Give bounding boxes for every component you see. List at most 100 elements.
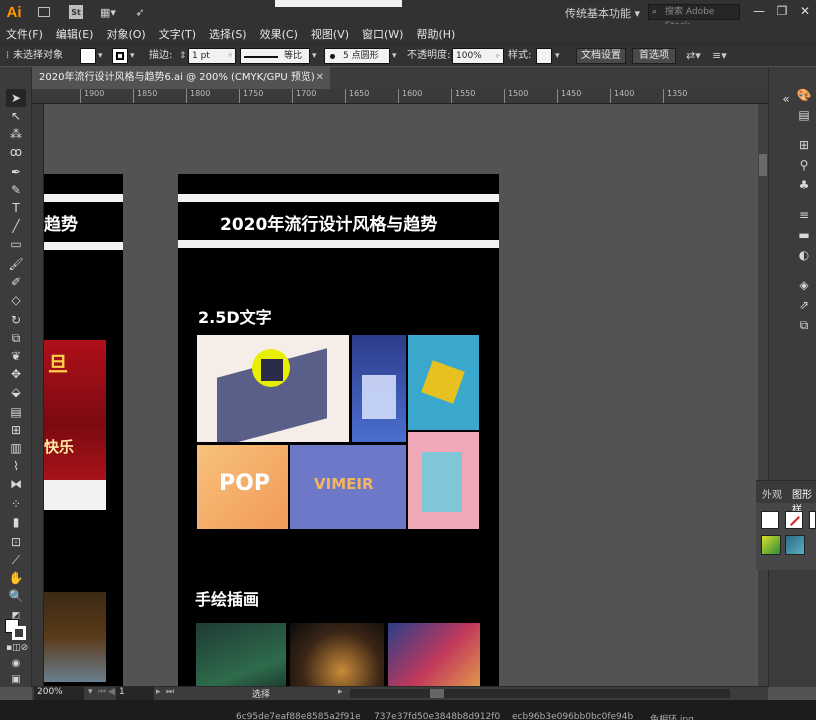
tab-appearance[interactable]: 外观 (762, 486, 782, 501)
zoom-level-field[interactable]: 200% (34, 687, 84, 700)
chevron-down-icon[interactable]: ▾ (88, 687, 93, 697)
menu-object[interactable]: 对象(O) (106, 26, 145, 42)
stock-search-input[interactable]: ⌕搜索 Adobe Stock (648, 4, 740, 31)
menu-select[interactable]: 选择(S) (209, 26, 247, 42)
horizontal-scrollbar[interactable] (350, 689, 730, 698)
menu-effect[interactable]: 效果(C) (260, 26, 298, 42)
status-menu-icon[interactable]: ▸ (338, 687, 343, 697)
symbols-icon[interactable]: ♣ (795, 177, 813, 193)
mesh-tool-icon[interactable]: ⊞ (6, 421, 26, 439)
free-transform-tool-icon[interactable]: ✥ (6, 365, 26, 383)
variable-width-profile[interactable]: 等比 (240, 48, 310, 64)
menu-window[interactable]: 窗口(W) (362, 26, 403, 42)
lasso-tool-icon[interactable]: ꝏ (6, 143, 26, 161)
first-artboard-icon[interactable]: ⏮ (98, 687, 106, 697)
canvas[interactable]: 趋势 旦 快乐 2020年流行设计风格与趋势 2.5D文字 POP VIMEIR… (44, 104, 756, 686)
graphic-style-teal[interactable] (785, 535, 805, 555)
minimize-button[interactable]: — (750, 3, 768, 19)
graphic-style-none[interactable] (785, 511, 803, 529)
type-tool-icon[interactable]: T (6, 199, 26, 217)
paintbrush-tool-icon[interactable]: 🖌 (6, 255, 26, 273)
taskbar-item[interactable]: 色相环.jpg (650, 712, 694, 720)
slice-tool-icon[interactable]: ⟋ (6, 551, 26, 569)
shaper-tool-icon[interactable]: ✐ (6, 273, 26, 291)
screen-mode-icon[interactable]: ▣ (6, 671, 26, 689)
artboard-left[interactable]: 趋势 旦 快乐 (44, 174, 123, 686)
asset-export-icon[interactable]: ⇗ (795, 297, 813, 313)
scrollbar-thumb[interactable] (759, 154, 767, 176)
close-button[interactable]: ✕ (796, 3, 814, 19)
thumb-vimeir-poster[interactable]: VIMEIR (290, 445, 406, 529)
graphic-style-default[interactable] (761, 511, 779, 529)
taskbar-item[interactable]: 6c95de7eaf88e8585a2f91e (236, 712, 361, 720)
menu-type[interactable]: 文字(T) (159, 26, 196, 42)
arrange-documents-icon[interactable]: ▦▾ (98, 4, 118, 20)
illustration-thumb[interactable] (44, 592, 106, 682)
thumb-pink-poster[interactable] (408, 432, 479, 529)
shape-builder-tool-icon[interactable]: ⬙ (6, 383, 26, 401)
next-artboard-icon[interactable]: ▸ (156, 687, 161, 697)
blend-tool-icon[interactable]: ⧓ (6, 475, 26, 493)
chevron-down-icon[interactable]: ▾ (555, 48, 560, 64)
scrollbar-thumb[interactable] (430, 689, 444, 698)
menu-view[interactable]: 视图(V) (311, 26, 349, 42)
red-poster-thumb[interactable]: 旦 快乐 (44, 340, 106, 510)
workspace-switcher[interactable]: 传统基本功能 ▾ (565, 5, 640, 21)
stroke-swatch[interactable] (112, 48, 128, 64)
brush-definition[interactable]: 5 点圆形 (324, 48, 390, 64)
selection-tool-icon[interactable]: ➤ (6, 89, 26, 107)
artboard-main[interactable]: 2020年流行设计风格与趋势 2.5D文字 POP VIMEIR 手绘插画 (178, 174, 499, 686)
gradient-tool-icon[interactable]: ▥ (6, 439, 26, 457)
thumb-blue-poster[interactable] (352, 335, 406, 442)
rectangle-tool-icon[interactable]: ▭ (6, 235, 26, 253)
swatches-icon[interactable]: ⊞ (795, 137, 813, 153)
gpu-rocket-icon[interactable]: ➶ (130, 4, 150, 20)
collapse-panels-icon[interactable]: « (777, 91, 795, 107)
hand-tool-icon[interactable]: ✋ (6, 569, 26, 587)
restore-button[interactable]: ❐ (773, 3, 791, 19)
document-tab[interactable]: 2020年流行设计风格与趋势6.ai @ 200% (CMYK/GPU 预览) ✕ (32, 67, 330, 89)
thumb-pop-poster[interactable]: POP (197, 445, 288, 529)
menu-icon[interactable]: ≡▾ (712, 48, 727, 64)
stroke-panel-icon[interactable]: ≡ (795, 207, 813, 223)
previous-artboard-icon[interactable]: ◀ (108, 687, 115, 697)
thumb-teal-poster[interactable] (408, 335, 479, 430)
menu-edit[interactable]: 编辑(E) (56, 26, 94, 42)
close-tab-icon[interactable]: ✕ (316, 67, 324, 89)
line-tool-icon[interactable]: ╱ (6, 217, 26, 235)
magic-wand-tool-icon[interactable]: ⁂ (6, 125, 26, 143)
thumb-jungle-illustration[interactable] (196, 623, 286, 686)
layers-icon[interactable]: ◈ (795, 277, 813, 293)
canvas-vertical-scrollbar[interactable] (758, 104, 768, 686)
thumb-lantern-illustration[interactable] (290, 623, 384, 686)
column-graph-tool-icon[interactable]: ▮ (6, 513, 26, 531)
document-setup-button[interactable]: 文档设置 (576, 48, 626, 64)
menu-file[interactable]: 文件(F) (6, 26, 43, 42)
color-panel-icon[interactable]: 🎨 (795, 87, 813, 103)
eyedropper-tool-icon[interactable]: ⌇ (6, 457, 26, 475)
scale-tool-icon[interactable]: ⧉ (6, 329, 26, 347)
symbol-sprayer-tool-icon[interactable]: ⁘ (6, 495, 26, 513)
graphic-style-swatch[interactable] (536, 48, 552, 64)
transparency-panel-icon[interactable]: ◐ (795, 247, 813, 263)
chevron-right-icon[interactable]: ▸ (496, 48, 501, 64)
chevron-down-icon[interactable]: ▾ (98, 48, 103, 64)
stock-icon[interactable]: St (66, 4, 86, 20)
chevron-down-icon[interactable]: ▾ (228, 48, 233, 64)
artboard-number-field[interactable]: 1 (116, 687, 154, 700)
arrange-icon[interactable]: ⇄▾ (686, 48, 701, 64)
graphic-style-green[interactable] (761, 535, 781, 555)
stepper-icon[interactable]: ⇕ (179, 48, 187, 64)
pen-tool-icon[interactable]: ✒ (6, 163, 26, 181)
rotate-tool-icon[interactable]: ↻ (6, 311, 26, 329)
artboards-icon[interactable]: ⧉ (795, 317, 813, 333)
menu-help[interactable]: 帮助(H) (416, 26, 455, 42)
color-guide-icon[interactable]: ▤ (795, 107, 813, 123)
taskbar-item[interactable]: ecb96b3e096bb0bc0fe94b (512, 712, 633, 720)
graphic-style-partial[interactable] (809, 511, 816, 529)
chevron-down-icon[interactable]: ▾ (392, 48, 397, 64)
chevron-down-icon[interactable]: ▾ (130, 48, 135, 64)
taskbar-item[interactable]: 737e37fd50e3848b8d912f0 (374, 712, 500, 720)
direct-selection-tool-icon[interactable]: ↖ (6, 107, 26, 125)
artboard-tool-icon[interactable]: ⊡ (6, 533, 26, 551)
